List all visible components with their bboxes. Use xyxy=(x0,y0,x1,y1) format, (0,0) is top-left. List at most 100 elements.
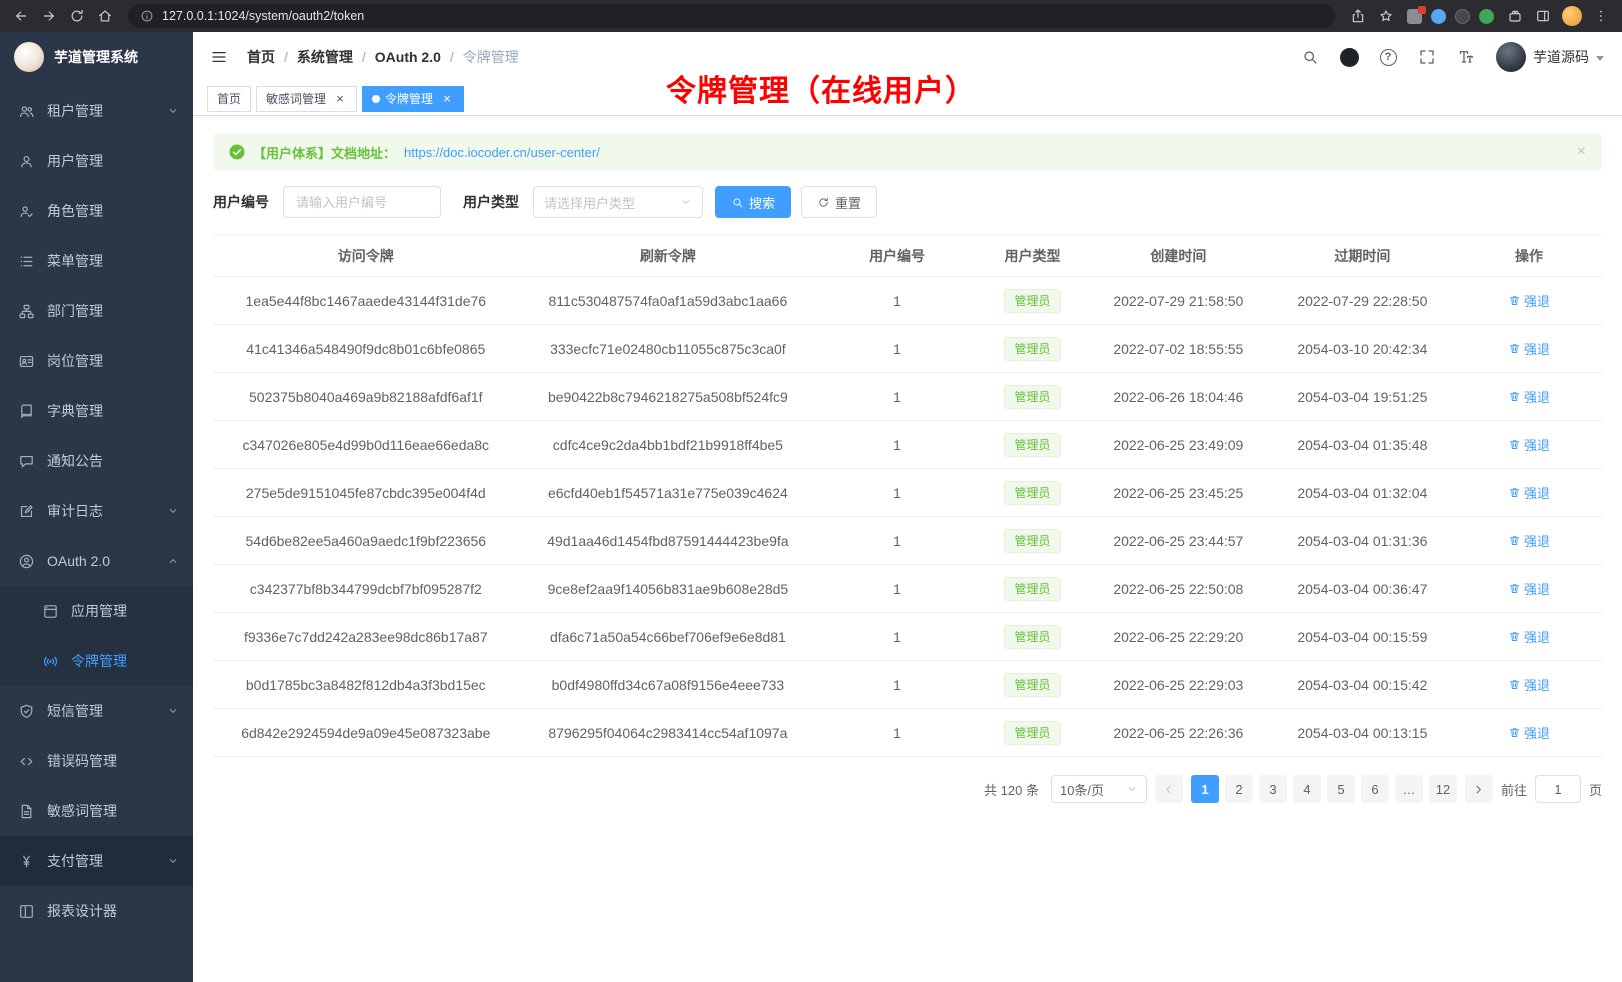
user-menu[interactable]: 芋道源码 xyxy=(1496,42,1604,72)
fullscreen-button[interactable] xyxy=(1416,46,1438,68)
oauth-icon xyxy=(18,553,35,570)
cell-refresh-token: b0df4980ffd34c67a08f9156e4eee733 xyxy=(519,661,818,709)
prev-page-button[interactable] xyxy=(1155,775,1183,803)
tab-close-icon[interactable]: × xyxy=(440,92,454,106)
fullscreen-icon xyxy=(1418,48,1436,66)
pager-page-5[interactable]: 5 xyxy=(1327,775,1355,803)
share-button[interactable] xyxy=(1345,3,1371,29)
pager-page-6[interactable]: 6 xyxy=(1361,775,1389,803)
browser-profile-avatar[interactable] xyxy=(1562,6,1582,26)
breadcrumb-item[interactable]: OAuth 2.0 xyxy=(375,49,441,65)
tab-item[interactable]: 首页 xyxy=(207,86,251,112)
extension-icon[interactable] xyxy=(1431,9,1446,24)
font-size-button[interactable] xyxy=(1455,46,1477,68)
user-id-input[interactable] xyxy=(283,186,441,218)
sidebar-item-report[interactable]: 报表设计器 xyxy=(0,886,193,936)
reload-icon xyxy=(69,8,85,24)
browser-reload-button[interactable] xyxy=(64,3,90,29)
force-logout-button[interactable]: 强退 xyxy=(1508,531,1550,550)
browser-panel-button[interactable] xyxy=(1530,3,1556,29)
sidebar-item-role[interactable]: 角色管理 xyxy=(0,186,193,236)
pager-page-2[interactable]: 2 xyxy=(1225,775,1253,803)
cell-action: 强退 xyxy=(1456,565,1602,613)
pager-page-4[interactable]: 4 xyxy=(1293,775,1321,803)
sidebar-item-dept[interactable]: 部门管理 xyxy=(0,286,193,336)
force-logout-button[interactable]: 强退 xyxy=(1508,291,1550,310)
cell-created-time: 2022-06-25 22:29:03 xyxy=(1088,661,1269,709)
sidebar-item-dict[interactable]: 字典管理 xyxy=(0,386,193,436)
cell-access-token: b0d1785bc3a8482f812db4a3f3bd15ec xyxy=(213,661,519,709)
alert-close-icon[interactable]: × xyxy=(1577,144,1586,160)
sidebar-item-errcode[interactable]: 错误码管理 xyxy=(0,736,193,786)
help-button[interactable]: ? xyxy=(1377,46,1399,68)
force-logout-button[interactable]: 强退 xyxy=(1508,435,1550,454)
force-logout-label: 强退 xyxy=(1524,291,1550,310)
sidebar-item-tenant[interactable]: 租户管理 xyxy=(0,86,193,136)
browser-forward-button[interactable] xyxy=(36,3,62,29)
force-logout-button[interactable]: 强退 xyxy=(1508,627,1550,646)
pager-page-1[interactable]: 1 xyxy=(1191,775,1219,803)
report-icon xyxy=(18,903,35,920)
cell-access-token: c342377bf8b344799dcbf7bf095287f2 xyxy=(213,565,519,613)
pager-ellipsis[interactable]: … xyxy=(1395,775,1423,803)
pager-page-12[interactable]: 12 xyxy=(1429,775,1457,803)
sidebar-item-post[interactable]: 岗位管理 xyxy=(0,336,193,386)
user-type-select[interactable]: 请选择用户类型 xyxy=(533,186,703,218)
sidebar-item-sensitive[interactable]: 敏感词管理 xyxy=(0,786,193,836)
back-arrow-icon xyxy=(13,8,29,24)
delete-icon xyxy=(1508,486,1521,499)
more-vertical-icon xyxy=(1593,8,1609,24)
breadcrumb-item[interactable]: 首页 xyxy=(247,47,275,67)
next-page-button[interactable] xyxy=(1465,775,1493,803)
app-logo[interactable]: 芋道管理系统 xyxy=(0,32,193,82)
cell-user-type: 管理员 xyxy=(977,277,1088,325)
pager-page-3[interactable]: 3 xyxy=(1259,775,1287,803)
cell-created-time: 2022-06-25 22:26:36 xyxy=(1088,709,1269,757)
reset-button[interactable]: 重置 xyxy=(801,186,877,218)
bookmark-button[interactable] xyxy=(1373,3,1399,29)
sidebar-item-notice[interactable]: 通知公告 xyxy=(0,436,193,486)
extensions-puzzle-button[interactable] xyxy=(1502,3,1528,29)
alert-link[interactable]: https://doc.iocoder.cn/user-center/ xyxy=(404,145,600,160)
search-button[interactable]: 搜索 xyxy=(715,186,791,218)
browser-menu-button[interactable] xyxy=(1588,3,1614,29)
force-logout-button[interactable]: 强退 xyxy=(1508,387,1550,406)
sidebar-item-oauth-token[interactable]: 令牌管理 xyxy=(0,636,193,686)
page-size-select[interactable]: 10条/页 xyxy=(1051,775,1147,803)
sidebar-item-audit[interactable]: 审计日志 xyxy=(0,486,193,536)
help-icon: ? xyxy=(1380,49,1397,66)
sidebar-item-oauth[interactable]: OAuth 2.0 xyxy=(0,536,193,586)
tab-close-icon[interactable]: × xyxy=(333,92,347,106)
cell-expire-time: 2054-03-04 00:15:59 xyxy=(1269,613,1457,661)
github-button[interactable] xyxy=(1338,46,1360,68)
user-icon xyxy=(18,153,35,170)
extension-icon[interactable] xyxy=(1479,9,1494,24)
tab-item[interactable]: 敏感词管理× xyxy=(256,86,357,112)
browser-back-button[interactable] xyxy=(8,3,34,29)
sidebar-item-pay[interactable]: 支付管理 xyxy=(0,836,193,886)
force-logout-button[interactable]: 强退 xyxy=(1508,723,1550,742)
alert-banner: 【用户体系】文档地址： https://doc.iocoder.cn/user-… xyxy=(213,134,1602,170)
font-size-icon xyxy=(1457,48,1475,66)
sidebar-toggle-button[interactable] xyxy=(201,39,237,75)
sidebar-item-sms[interactable]: 短信管理 xyxy=(0,686,193,736)
cell-created-time: 2022-06-25 22:29:20 xyxy=(1088,613,1269,661)
delete-icon xyxy=(1508,630,1521,643)
force-logout-button[interactable]: 强退 xyxy=(1508,675,1550,694)
cell-expire-time: 2054-03-04 00:15:42 xyxy=(1269,661,1457,709)
tab-item[interactable]: 令牌管理× xyxy=(362,86,464,112)
cell-user-id: 1 xyxy=(817,373,977,421)
sidebar-item-menu[interactable]: 菜单管理 xyxy=(0,236,193,286)
extension-icon[interactable] xyxy=(1407,9,1422,24)
force-logout-button[interactable]: 强退 xyxy=(1508,483,1550,502)
browser-home-button[interactable] xyxy=(92,3,118,29)
sidebar-item-oauth-app[interactable]: 应用管理 xyxy=(0,586,193,636)
sidebar-item-user[interactable]: 用户管理 xyxy=(0,136,193,186)
header-search-button[interactable] xyxy=(1299,46,1321,68)
goto-page-input[interactable] xyxy=(1535,775,1581,803)
force-logout-button[interactable]: 强退 xyxy=(1508,579,1550,598)
extension-icon[interactable] xyxy=(1455,9,1470,24)
breadcrumb-item[interactable]: 系统管理 xyxy=(297,47,353,67)
force-logout-button[interactable]: 强退 xyxy=(1508,339,1550,358)
url-bar[interactable]: 127.0.0.1:1024/system/oauth2/token xyxy=(128,4,1335,28)
